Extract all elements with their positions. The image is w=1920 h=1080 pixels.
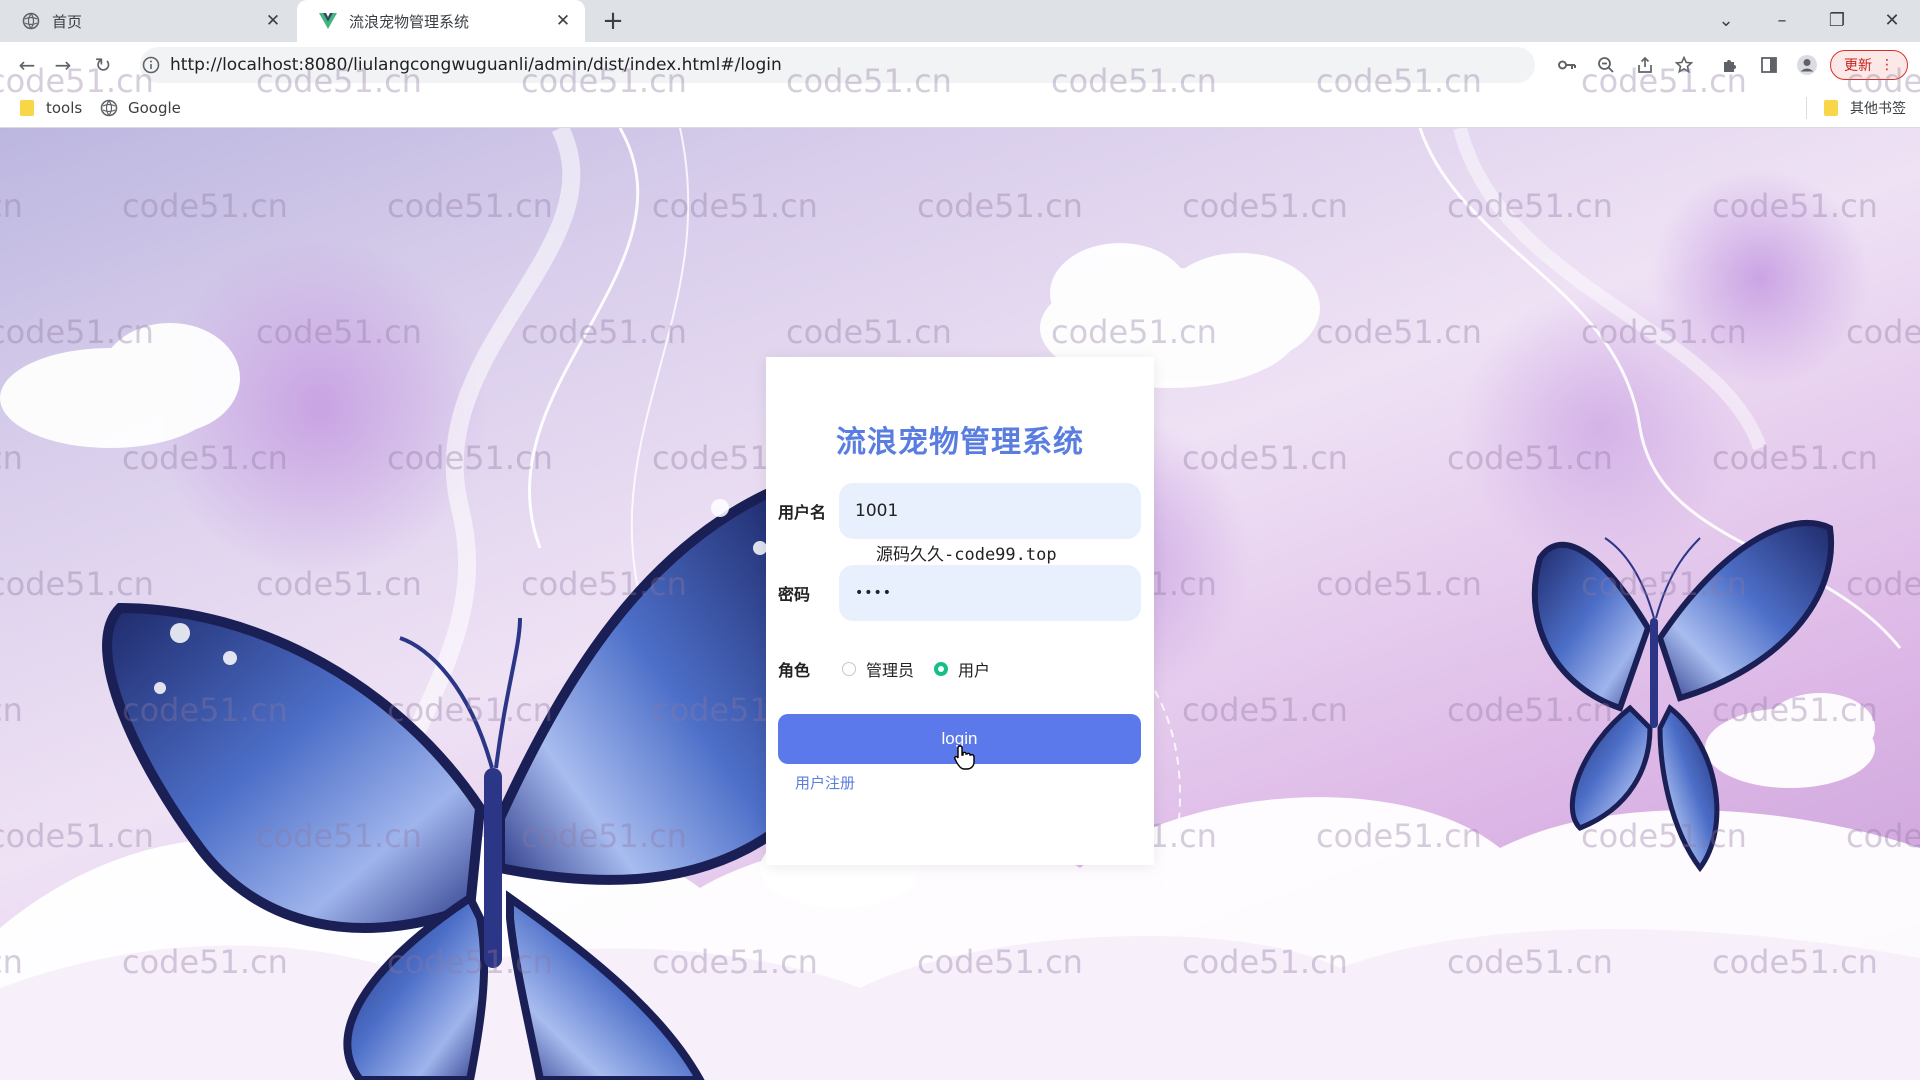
tab-login[interactable]: 流浪宠物管理系统 ✕ bbox=[297, 0, 585, 42]
tab-title: 流浪宠物管理系统 bbox=[349, 12, 470, 31]
reload-button[interactable]: ↻ bbox=[88, 50, 118, 80]
tab-search-icon[interactable]: ⌄ bbox=[1706, 6, 1746, 36]
password-label: 密码 bbox=[778, 585, 811, 604]
url-text: http://localhost:8080/liulangcongwuguanl… bbox=[170, 55, 782, 75]
bookmark-google[interactable]: Google bbox=[100, 88, 181, 128]
password-input[interactable]: •••• bbox=[839, 565, 1141, 621]
system-title: 流浪宠物管理系统 bbox=[836, 425, 1084, 460]
close-icon[interactable]: ✕ bbox=[263, 11, 283, 31]
role-label: 角色 bbox=[778, 661, 811, 680]
bookmark-label: Google bbox=[128, 99, 181, 117]
screen: 首页 ✕ 流浪宠物管理系统 ✕ + ⌄ – ❐ ✕ ← → ↻ http://l… bbox=[0, 0, 1920, 1080]
bookmarks-divider bbox=[1806, 97, 1807, 119]
other-bookmarks-label: 其他书签 bbox=[1850, 101, 1906, 117]
side-panel-icon[interactable] bbox=[1756, 52, 1782, 78]
butterfly-right-illustration bbox=[1531, 520, 1835, 873]
address-bar[interactable]: http://localhost:8080/liulangcongwuguanl… bbox=[140, 47, 1535, 83]
role-selector: 角色 管理员 用户 bbox=[778, 658, 990, 680]
minimize-button[interactable]: – bbox=[1762, 6, 1802, 36]
username-input[interactable] bbox=[839, 483, 1141, 539]
login-card: 流浪宠物管理系统 用户名 源码久久-code99.top 密码 •••• 角色 … bbox=[766, 357, 1154, 865]
more-icon: ⋮ bbox=[1880, 57, 1894, 73]
window-close-button[interactable]: ✕ bbox=[1872, 6, 1912, 36]
extensions-icon[interactable] bbox=[1717, 52, 1743, 78]
hand-cursor-icon bbox=[954, 745, 975, 770]
new-tab-button[interactable]: + bbox=[598, 6, 628, 36]
tab-home[interactable]: 首页 ✕ bbox=[0, 0, 295, 42]
forward-button[interactable]: → bbox=[48, 50, 78, 80]
radio-user[interactable] bbox=[934, 662, 949, 676]
bookmark-label: tools bbox=[46, 99, 83, 117]
bookmarks-bar: tools Google 其他书签 bbox=[0, 88, 1920, 128]
bookmark-star-icon[interactable] bbox=[1671, 52, 1697, 78]
restore-button[interactable]: ❐ bbox=[1817, 6, 1857, 36]
other-bookmarks[interactable]: 其他书签 bbox=[1824, 88, 1906, 128]
password-mask: •••• bbox=[855, 585, 893, 601]
update-label: 更新 bbox=[1844, 58, 1872, 74]
share-icon[interactable] bbox=[1632, 52, 1658, 78]
vue-icon bbox=[319, 12, 337, 30]
tab-strip: 首页 ✕ 流浪宠物管理系统 ✕ + ⌄ – ❐ ✕ bbox=[0, 0, 1920, 42]
globe-icon bbox=[22, 12, 40, 30]
radio-admin[interactable] bbox=[842, 662, 856, 676]
back-button[interactable]: ← bbox=[12, 50, 42, 80]
update-button[interactable]: 更新 ⋮ bbox=[1830, 50, 1908, 80]
close-icon[interactable]: ✕ bbox=[553, 11, 573, 31]
browser-toolbar: ← → ↻ http://localhost:8080/liulangcongw… bbox=[0, 42, 1920, 88]
role-option-admin[interactable]: 管理员 bbox=[866, 657, 914, 681]
tab-title: 首页 bbox=[52, 12, 83, 31]
register-link[interactable]: 用户注册 bbox=[795, 772, 855, 793]
folder-icon bbox=[1824, 100, 1838, 116]
bookmark-tools[interactable]: tools bbox=[20, 88, 82, 128]
profile-icon[interactable] bbox=[1794, 52, 1820, 78]
role-option-user[interactable]: 用户 bbox=[958, 657, 990, 681]
username-label: 用户名 bbox=[778, 503, 827, 522]
overlay-watermark-text: 源码久久-code99.top bbox=[876, 545, 1057, 565]
info-icon[interactable] bbox=[142, 56, 160, 74]
folder-icon bbox=[20, 100, 34, 116]
zoom-out-icon[interactable] bbox=[1593, 52, 1619, 78]
key-icon[interactable] bbox=[1554, 52, 1580, 78]
globe-icon bbox=[100, 99, 118, 117]
